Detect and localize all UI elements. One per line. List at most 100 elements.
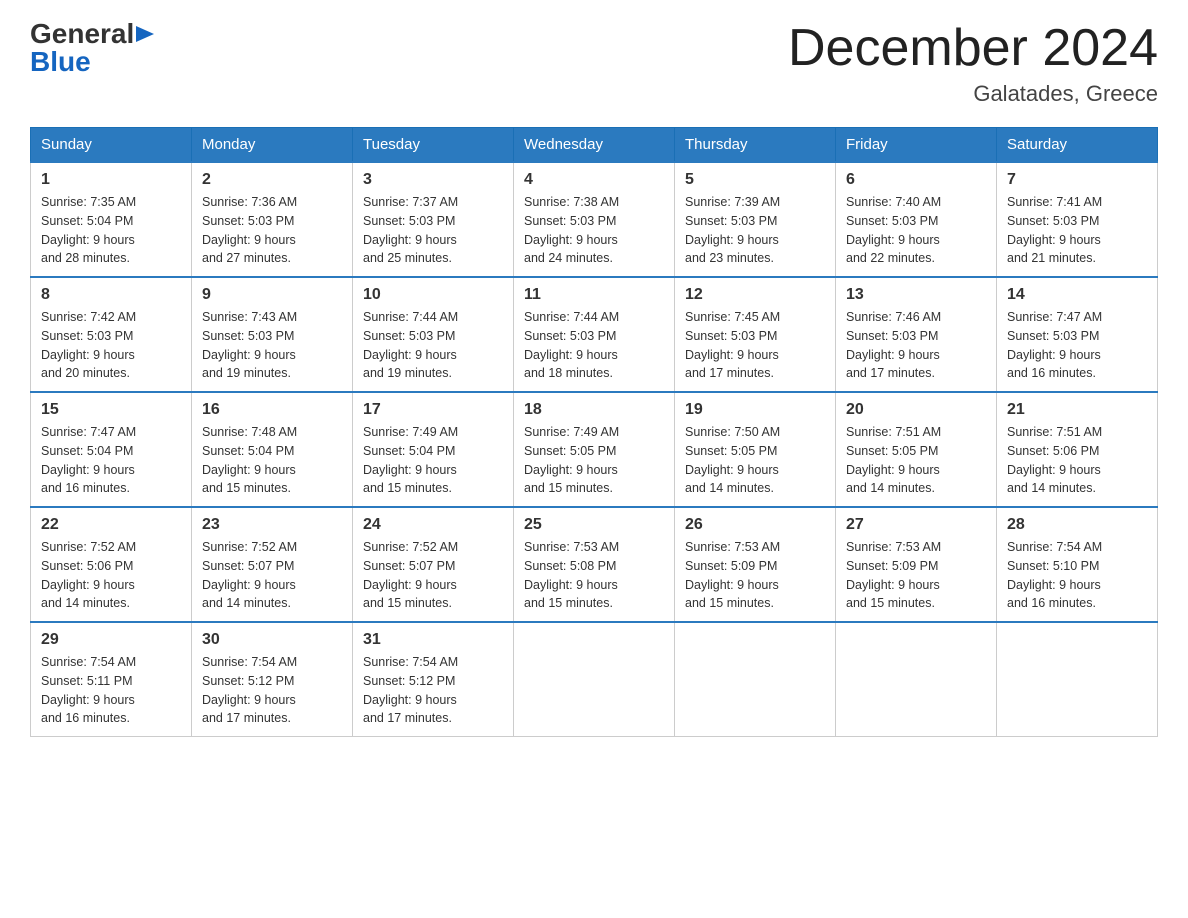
header-thursday: Thursday <box>675 128 836 163</box>
day-number: 28 <box>1007 516 1147 534</box>
header-saturday: Saturday <box>997 128 1158 163</box>
page-title: December 2024 <box>788 20 1158 77</box>
day-info: Sunrise: 7:49 AMSunset: 5:05 PMDaylight:… <box>524 425 619 495</box>
day-number: 12 <box>685 286 825 304</box>
day-info: Sunrise: 7:50 AMSunset: 5:05 PMDaylight:… <box>685 425 780 495</box>
day-number: 7 <box>1007 171 1147 189</box>
calendar-day-cell: 24 Sunrise: 7:52 AMSunset: 5:07 PMDaylig… <box>353 507 514 622</box>
calendar-day-cell: 22 Sunrise: 7:52 AMSunset: 5:06 PMDaylig… <box>31 507 192 622</box>
calendar-day-cell <box>514 622 675 737</box>
day-info: Sunrise: 7:53 AMSunset: 5:08 PMDaylight:… <box>524 540 619 610</box>
day-info: Sunrise: 7:54 AMSunset: 5:12 PMDaylight:… <box>363 655 458 725</box>
calendar-day-cell: 15 Sunrise: 7:47 AMSunset: 5:04 PMDaylig… <box>31 392 192 507</box>
day-number: 24 <box>363 516 503 534</box>
day-number: 25 <box>524 516 664 534</box>
day-number: 23 <box>202 516 342 534</box>
calendar-day-cell: 2 Sunrise: 7:36 AMSunset: 5:03 PMDayligh… <box>192 162 353 277</box>
calendar-week-row: 1 Sunrise: 7:35 AMSunset: 5:04 PMDayligh… <box>31 162 1158 277</box>
day-number: 31 <box>363 631 503 649</box>
day-info: Sunrise: 7:52 AMSunset: 5:07 PMDaylight:… <box>363 540 458 610</box>
calendar-day-cell: 25 Sunrise: 7:53 AMSunset: 5:08 PMDaylig… <box>514 507 675 622</box>
day-info: Sunrise: 7:54 AMSunset: 5:12 PMDaylight:… <box>202 655 297 725</box>
day-number: 4 <box>524 171 664 189</box>
calendar-day-cell: 6 Sunrise: 7:40 AMSunset: 5:03 PMDayligh… <box>836 162 997 277</box>
day-info: Sunrise: 7:52 AMSunset: 5:06 PMDaylight:… <box>41 540 136 610</box>
day-info: Sunrise: 7:44 AMSunset: 5:03 PMDaylight:… <box>363 310 458 380</box>
header-friday: Friday <box>836 128 997 163</box>
day-info: Sunrise: 7:35 AMSunset: 5:04 PMDaylight:… <box>41 195 136 265</box>
day-info: Sunrise: 7:53 AMSunset: 5:09 PMDaylight:… <box>685 540 780 610</box>
day-number: 11 <box>524 286 664 304</box>
calendar-day-cell: 20 Sunrise: 7:51 AMSunset: 5:05 PMDaylig… <box>836 392 997 507</box>
calendar-day-cell: 5 Sunrise: 7:39 AMSunset: 5:03 PMDayligh… <box>675 162 836 277</box>
day-number: 6 <box>846 171 986 189</box>
calendar-day-cell <box>675 622 836 737</box>
day-number: 18 <box>524 401 664 419</box>
calendar-day-cell: 1 Sunrise: 7:35 AMSunset: 5:04 PMDayligh… <box>31 162 192 277</box>
day-number: 20 <box>846 401 986 419</box>
header-wednesday: Wednesday <box>514 128 675 163</box>
day-number: 26 <box>685 516 825 534</box>
day-info: Sunrise: 7:43 AMSunset: 5:03 PMDaylight:… <box>202 310 297 380</box>
logo-blue: Blue <box>30 46 91 77</box>
day-number: 19 <box>685 401 825 419</box>
header-sunday: Sunday <box>31 128 192 163</box>
day-info: Sunrise: 7:53 AMSunset: 5:09 PMDaylight:… <box>846 540 941 610</box>
day-number: 5 <box>685 171 825 189</box>
header-tuesday: Tuesday <box>353 128 514 163</box>
day-info: Sunrise: 7:51 AMSunset: 5:06 PMDaylight:… <box>1007 425 1102 495</box>
calendar-day-cell: 27 Sunrise: 7:53 AMSunset: 5:09 PMDaylig… <box>836 507 997 622</box>
calendar-day-cell: 18 Sunrise: 7:49 AMSunset: 5:05 PMDaylig… <box>514 392 675 507</box>
day-info: Sunrise: 7:47 AMSunset: 5:03 PMDaylight:… <box>1007 310 1102 380</box>
calendar-week-row: 8 Sunrise: 7:42 AMSunset: 5:03 PMDayligh… <box>31 277 1158 392</box>
day-info: Sunrise: 7:37 AMSunset: 5:03 PMDaylight:… <box>363 195 458 265</box>
day-number: 16 <box>202 401 342 419</box>
calendar-day-cell: 26 Sunrise: 7:53 AMSunset: 5:09 PMDaylig… <box>675 507 836 622</box>
calendar-table: Sunday Monday Tuesday Wednesday Thursday… <box>30 127 1158 737</box>
day-number: 30 <box>202 631 342 649</box>
title-block: December 2024 Galatades, Greece <box>788 20 1158 107</box>
day-info: Sunrise: 7:41 AMSunset: 5:03 PMDaylight:… <box>1007 195 1102 265</box>
calendar-day-cell: 19 Sunrise: 7:50 AMSunset: 5:05 PMDaylig… <box>675 392 836 507</box>
calendar-day-cell: 23 Sunrise: 7:52 AMSunset: 5:07 PMDaylig… <box>192 507 353 622</box>
page-header: General Blue December 2024 Galatades, Gr… <box>30 20 1158 107</box>
day-info: Sunrise: 7:46 AMSunset: 5:03 PMDaylight:… <box>846 310 941 380</box>
day-info: Sunrise: 7:45 AMSunset: 5:03 PMDaylight:… <box>685 310 780 380</box>
calendar-day-cell: 14 Sunrise: 7:47 AMSunset: 5:03 PMDaylig… <box>997 277 1158 392</box>
calendar-day-cell: 10 Sunrise: 7:44 AMSunset: 5:03 PMDaylig… <box>353 277 514 392</box>
day-number: 29 <box>41 631 181 649</box>
day-number: 13 <box>846 286 986 304</box>
day-number: 8 <box>41 286 181 304</box>
day-info: Sunrise: 7:36 AMSunset: 5:03 PMDaylight:… <box>202 195 297 265</box>
calendar-header-row: Sunday Monday Tuesday Wednesday Thursday… <box>31 128 1158 163</box>
day-number: 10 <box>363 286 503 304</box>
header-monday: Monday <box>192 128 353 163</box>
day-number: 3 <box>363 171 503 189</box>
day-info: Sunrise: 7:48 AMSunset: 5:04 PMDaylight:… <box>202 425 297 495</box>
day-info: Sunrise: 7:42 AMSunset: 5:03 PMDaylight:… <box>41 310 136 380</box>
day-number: 17 <box>363 401 503 419</box>
day-info: Sunrise: 7:40 AMSunset: 5:03 PMDaylight:… <box>846 195 941 265</box>
calendar-week-row: 29 Sunrise: 7:54 AMSunset: 5:11 PMDaylig… <box>31 622 1158 737</box>
day-number: 21 <box>1007 401 1147 419</box>
logo-triangle-icon <box>136 26 154 44</box>
calendar-day-cell: 30 Sunrise: 7:54 AMSunset: 5:12 PMDaylig… <box>192 622 353 737</box>
calendar-day-cell: 16 Sunrise: 7:48 AMSunset: 5:04 PMDaylig… <box>192 392 353 507</box>
calendar-day-cell: 8 Sunrise: 7:42 AMSunset: 5:03 PMDayligh… <box>31 277 192 392</box>
calendar-day-cell: 4 Sunrise: 7:38 AMSunset: 5:03 PMDayligh… <box>514 162 675 277</box>
calendar-day-cell: 31 Sunrise: 7:54 AMSunset: 5:12 PMDaylig… <box>353 622 514 737</box>
day-info: Sunrise: 7:51 AMSunset: 5:05 PMDaylight:… <box>846 425 941 495</box>
calendar-day-cell: 13 Sunrise: 7:46 AMSunset: 5:03 PMDaylig… <box>836 277 997 392</box>
day-info: Sunrise: 7:54 AMSunset: 5:10 PMDaylight:… <box>1007 540 1102 610</box>
calendar-day-cell: 7 Sunrise: 7:41 AMSunset: 5:03 PMDayligh… <box>997 162 1158 277</box>
day-number: 9 <box>202 286 342 304</box>
calendar-day-cell <box>836 622 997 737</box>
day-number: 15 <box>41 401 181 419</box>
logo: General Blue <box>30 20 154 76</box>
calendar-day-cell: 11 Sunrise: 7:44 AMSunset: 5:03 PMDaylig… <box>514 277 675 392</box>
day-info: Sunrise: 7:38 AMSunset: 5:03 PMDaylight:… <box>524 195 619 265</box>
day-info: Sunrise: 7:44 AMSunset: 5:03 PMDaylight:… <box>524 310 619 380</box>
day-info: Sunrise: 7:39 AMSunset: 5:03 PMDaylight:… <box>685 195 780 265</box>
calendar-day-cell: 29 Sunrise: 7:54 AMSunset: 5:11 PMDaylig… <box>31 622 192 737</box>
calendar-day-cell: 12 Sunrise: 7:45 AMSunset: 5:03 PMDaylig… <box>675 277 836 392</box>
